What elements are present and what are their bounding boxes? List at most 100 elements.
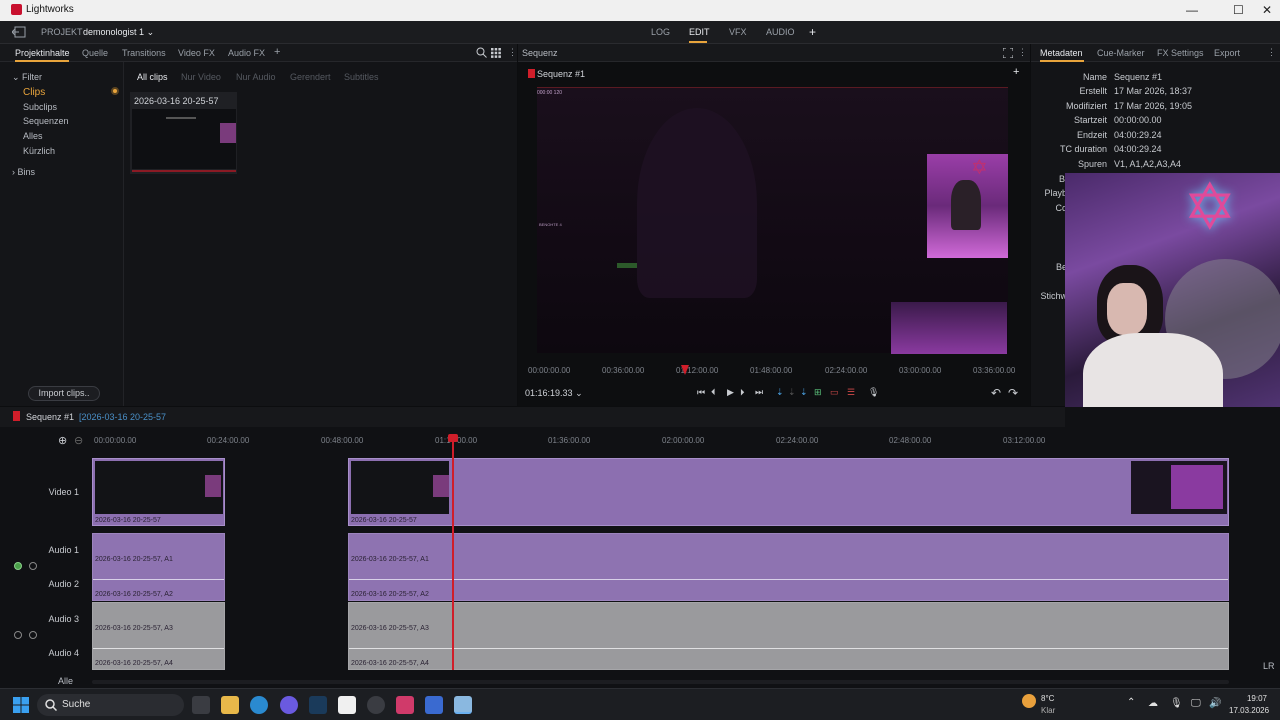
lightworks-taskbar-icon[interactable] xyxy=(454,696,472,714)
search-icon[interactable] xyxy=(476,47,487,58)
audio-clip-a1a2[interactable]: 2026-03-16 20-25-57, A1 2026-03-16 20-25… xyxy=(92,533,225,601)
playhead-handle[interactable] xyxy=(448,434,458,442)
tab-edit[interactable]: EDIT xyxy=(689,27,710,37)
close-button[interactable]: ✕ xyxy=(1262,3,1272,17)
play-icon[interactable]: ▶ xyxy=(727,387,734,398)
tab-metadaten[interactable]: Metadaten xyxy=(1040,48,1083,58)
go-to-start-icon[interactable]: ⏮ xyxy=(697,387,705,398)
clip-tile[interactable]: 2026-03-16 20-25-57 xyxy=(130,92,237,174)
tree-item-kuerzlich[interactable]: Kürzlich xyxy=(23,146,55,156)
app-icon[interactable] xyxy=(338,696,356,714)
step-back-icon[interactable]: ⏴ xyxy=(711,387,716,398)
tab-transitions[interactable]: Transitions xyxy=(122,48,166,58)
discord-icon[interactable] xyxy=(280,696,298,714)
tray-mic-icon[interactable]: 🎙 xyxy=(1170,698,1183,709)
audio-track-solo-toggle[interactable] xyxy=(29,631,37,639)
zoom-out-icon[interactable]: ⊖ xyxy=(74,434,83,447)
viewer-ruler[interactable]: 00:00:00.00 00:36:00.00 01:12:00.00 01:4… xyxy=(518,363,1030,377)
mark-clear-icon[interactable]: ⇣ xyxy=(788,387,796,398)
step-forward-icon[interactable]: ⏵ xyxy=(740,387,745,398)
microphone-icon[interactable]: 🎙 xyxy=(868,387,879,398)
subtab-subtitles[interactable]: Subtitles xyxy=(344,72,379,82)
file-explorer-icon[interactable] xyxy=(221,696,239,714)
windows-start-icon[interactable] xyxy=(13,697,29,713)
subtab-gerendert[interactable]: Gerendert xyxy=(290,72,331,82)
mark-in-icon[interactable]: ⇣ xyxy=(776,387,784,398)
tray-cloud-icon[interactable]: ☁ xyxy=(1148,698,1158,709)
audio-clip-a3a4[interactable]: 2026-03-16 20-25-57, A3 2026-03-16 20-25… xyxy=(348,602,1229,670)
tree-item-clips[interactable]: Clips xyxy=(23,87,45,98)
network-icon[interactable]: 🖵 xyxy=(1191,698,1201,709)
subtab-nur-audio[interactable]: Nur Audio xyxy=(236,72,276,82)
obs-icon[interactable] xyxy=(367,696,385,714)
project-name-dropdown[interactable]: demonologist 1 ⌄ xyxy=(83,27,154,38)
viewer-add-button[interactable]: + xyxy=(1013,66,1019,78)
timeline-playhead[interactable] xyxy=(452,434,454,670)
track-label-audio3[interactable]: Audio 3 xyxy=(9,614,79,624)
fullscreen-icon[interactable] xyxy=(1003,48,1013,58)
add-library-tab-button[interactable]: + xyxy=(274,46,280,58)
viewer-playhead[interactable] xyxy=(681,365,689,375)
minimize-button[interactable]: — xyxy=(1186,3,1198,17)
overwrite-icon[interactable]: ▭ xyxy=(830,387,839,398)
audio-clip-a1a2[interactable]: 2026-03-16 20-25-57, A1 2026-03-16 20-25… xyxy=(348,533,1229,601)
zoom-in-icon[interactable]: ⊕ xyxy=(58,434,67,447)
metadata-more-menu-icon[interactable]: ⋮ xyxy=(1267,47,1276,58)
viewer-more-menu-icon[interactable]: ⋮ xyxy=(1018,47,1027,58)
tree-item-alles[interactable]: Alles xyxy=(23,131,43,141)
tab-quelle[interactable]: Quelle xyxy=(82,48,108,58)
insert-icon[interactable]: ⊞ xyxy=(814,387,822,398)
app-icon[interactable] xyxy=(396,696,414,714)
tab-cue-marker[interactable]: Cue-Marker xyxy=(1097,48,1145,58)
taskbar-search[interactable]: Suche xyxy=(37,694,184,716)
add-tab-button[interactable]: + xyxy=(809,25,816,39)
mark-out-icon[interactable]: ⇣ xyxy=(800,387,808,398)
tray-chevron-up-icon[interactable]: ⌃ xyxy=(1127,697,1135,708)
tab-log[interactable]: LOG xyxy=(651,27,670,37)
audio-track-solo-toggle[interactable] xyxy=(29,562,37,570)
grid-view-icon[interactable] xyxy=(491,48,501,58)
all-tracks-label[interactable]: Alle xyxy=(58,676,73,686)
video-clip[interactable]: 2026-03-16 20-25-57 xyxy=(348,458,1229,526)
exit-project-icon[interactable] xyxy=(12,26,26,38)
timeline-seq-source[interactable]: [2026-03-16 20-25-57 xyxy=(79,412,166,422)
track-label-video1[interactable]: Video 1 xyxy=(9,487,79,497)
tab-fx-settings[interactable]: FX Settings xyxy=(1157,48,1204,58)
redo-icon[interactable]: ↷ xyxy=(1008,386,1018,400)
track-label-audio1[interactable]: Audio 1 xyxy=(9,545,79,555)
subtab-nur-video[interactable]: Nur Video xyxy=(181,72,221,82)
clock-time[interactable]: 19:07 xyxy=(1229,694,1267,703)
replace-icon[interactable]: ☰ xyxy=(847,387,855,398)
filter-node[interactable]: ⌄ Filter xyxy=(12,72,42,83)
tree-item-subclips[interactable]: Subclips xyxy=(23,102,57,112)
tab-vfx[interactable]: VFX xyxy=(729,27,747,37)
tab-video-fx[interactable]: Video FX xyxy=(178,48,215,58)
timeline-scrollbar[interactable] xyxy=(92,680,1229,684)
maximize-button[interactable]: ☐ xyxy=(1233,3,1244,17)
audio-clip-a3a4[interactable]: 2026-03-16 20-25-57, A3 2026-03-16 20-25… xyxy=(92,602,225,670)
audio-track-monitor-toggle[interactable] xyxy=(14,562,22,570)
meta-value[interactable]: 00:00:00.00 xyxy=(1114,115,1162,125)
video-clip[interactable]: 2026-03-16 20-25-57 xyxy=(92,458,225,526)
volume-icon[interactable]: 🔊 xyxy=(1209,698,1221,709)
steam-icon[interactable] xyxy=(309,696,327,714)
tree-item-sequenzen[interactable]: Sequenzen xyxy=(23,116,69,126)
go-to-end-icon[interactable]: ⏭ xyxy=(755,387,763,398)
import-clips-button[interactable]: Import clips.. xyxy=(28,386,100,401)
edge-browser-icon[interactable] xyxy=(250,696,268,714)
tab-projektinhalte[interactable]: Projektinhalte xyxy=(15,48,70,58)
audio-track-monitor-toggle[interactable] xyxy=(14,631,22,639)
tab-audio[interactable]: AUDIO xyxy=(766,27,795,37)
clock-date[interactable]: 17.03.2026 xyxy=(1229,706,1269,715)
track-label-audio4[interactable]: Audio 4 xyxy=(9,648,79,658)
undo-icon[interactable]: ↶ xyxy=(991,386,1001,400)
meta-value[interactable]: Sequenz #1 xyxy=(1114,72,1162,82)
weather-icon[interactable] xyxy=(1022,694,1036,708)
library-more-menu-icon[interactable]: ⋮ xyxy=(508,47,517,58)
track-label-audio2[interactable]: Audio 2 xyxy=(9,579,79,589)
viewer-timecode[interactable]: 01:16:19.33 ⌄ xyxy=(525,388,583,399)
task-view-icon[interactable] xyxy=(192,696,210,714)
tab-audio-fx[interactable]: Audio FX xyxy=(228,48,265,58)
tab-export[interactable]: Export xyxy=(1214,48,1240,58)
app-icon[interactable] xyxy=(425,696,443,714)
